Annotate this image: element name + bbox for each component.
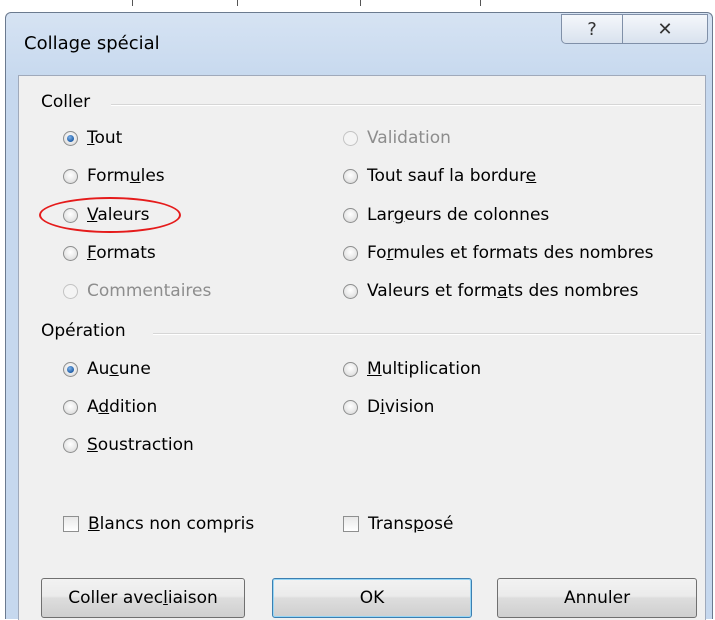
radio-button[interactable] <box>63 399 78 415</box>
radio-validation: Validation <box>343 128 451 148</box>
paste-link-button[interactable]: Coller avec l iaison <box>41 578 245 618</box>
help-icon: ? <box>587 18 597 40</box>
radio-tout-sauf-bordure[interactable]: Tout sauf la bordure <box>343 166 536 186</box>
checkbox-box[interactable] <box>343 516 359 532</box>
radio-tout[interactable]: Tout <box>63 128 122 148</box>
radio-button[interactable] <box>343 283 358 299</box>
radio-button[interactable] <box>343 207 358 223</box>
group-label-coller: Coller <box>41 92 91 112</box>
cancel-button[interactable]: Annuler <box>497 578 697 618</box>
group-divider <box>153 333 701 335</box>
checkbox-blancs-non-compris[interactable]: Blancs non compris <box>63 514 254 534</box>
radio-label-tout: Tout <box>87 128 123 148</box>
radio-button[interactable] <box>343 399 358 415</box>
group-label-operation: Opération <box>41 321 126 341</box>
radio-button-checked[interactable] <box>63 361 78 377</box>
radio-button-disabled <box>63 283 78 299</box>
radio-division[interactable]: Division <box>343 397 434 417</box>
radio-valeurs-formats-nombres[interactable]: Valeurs et formats des nombres <box>343 281 638 301</box>
radio-label-multiplication: Multiplication <box>367 359 482 379</box>
background-sheet-strip <box>0 0 715 12</box>
radio-label-largeurs-colonnes: Largeurs de colonnes <box>367 205 550 225</box>
radio-button-checked[interactable] <box>63 130 78 146</box>
group-divider <box>111 104 701 106</box>
radio-aucune[interactable]: Aucune <box>63 359 151 379</box>
dialog-body: Coller Tout Formules Valeurs Formats Com… <box>18 75 706 620</box>
checkbox-transpose[interactable]: Transposé <box>343 514 453 534</box>
checkbox-label-blancs: Blancs non compris <box>88 514 255 534</box>
button-label: OK <box>359 588 385 608</box>
radio-addition[interactable]: Addition <box>63 397 157 417</box>
radio-label-soustraction: Soustraction <box>87 435 194 455</box>
radio-label-formules: Formules <box>87 166 165 186</box>
highlight-ellipse <box>39 197 181 233</box>
radio-button[interactable] <box>63 437 78 453</box>
column-tick <box>360 0 361 6</box>
radio-commentaires: Commentaires <box>63 281 211 301</box>
close-button[interactable]: ✕ <box>622 14 708 44</box>
radio-label-formats: Formats <box>87 243 156 263</box>
button-label: Coller avec <box>68 588 164 608</box>
button-label: iaison <box>167 588 218 608</box>
checkbox-label-transpose: Transposé <box>368 514 454 534</box>
radio-label-formules-formats-nombres: Formules et formats des nombres <box>367 243 654 263</box>
radio-formats[interactable]: Formats <box>63 243 156 263</box>
radio-formules[interactable]: Formules <box>63 166 165 186</box>
radio-largeurs-colonnes[interactable]: Largeurs de colonnes <box>343 205 549 225</box>
radio-label-valeurs-formats-nombres: Valeurs et formats des nombres <box>367 281 639 301</box>
checkbox-box[interactable] <box>63 516 79 532</box>
radio-soustraction[interactable]: Soustraction <box>63 435 194 455</box>
column-tick <box>480 0 481 6</box>
close-icon: ✕ <box>657 18 673 40</box>
radio-label-aucune: Aucune <box>87 359 151 379</box>
ok-button[interactable]: OK <box>272 578 472 618</box>
dialog-title: Collage spécial <box>24 33 160 54</box>
help-button[interactable]: ? <box>561 14 623 44</box>
radio-button[interactable] <box>343 361 358 377</box>
radio-label-division: Division <box>367 397 435 417</box>
radio-label-commentaires: Commentaires <box>87 281 212 301</box>
button-label: Annuler <box>563 588 631 608</box>
radio-button[interactable] <box>343 168 358 184</box>
title-bar: Collage spécial ? ✕ <box>6 13 712 71</box>
radio-button-disabled <box>343 130 358 146</box>
radio-label-addition: Addition <box>87 397 158 417</box>
radio-label-validation: Validation <box>367 128 451 148</box>
column-tick <box>237 0 238 6</box>
radio-label-tout-sauf-bordure: Tout sauf la bordure <box>367 166 537 186</box>
column-tick <box>132 0 133 6</box>
radio-button[interactable] <box>343 245 358 261</box>
radio-button[interactable] <box>63 168 78 184</box>
radio-button[interactable] <box>63 245 78 261</box>
paste-special-dialog: Collage spécial ? ✕ Coller Tout Formules… <box>5 12 713 620</box>
radio-formules-formats-nombres[interactable]: Formules et formats des nombres <box>343 243 654 263</box>
radio-multiplication[interactable]: Multiplication <box>343 359 481 379</box>
